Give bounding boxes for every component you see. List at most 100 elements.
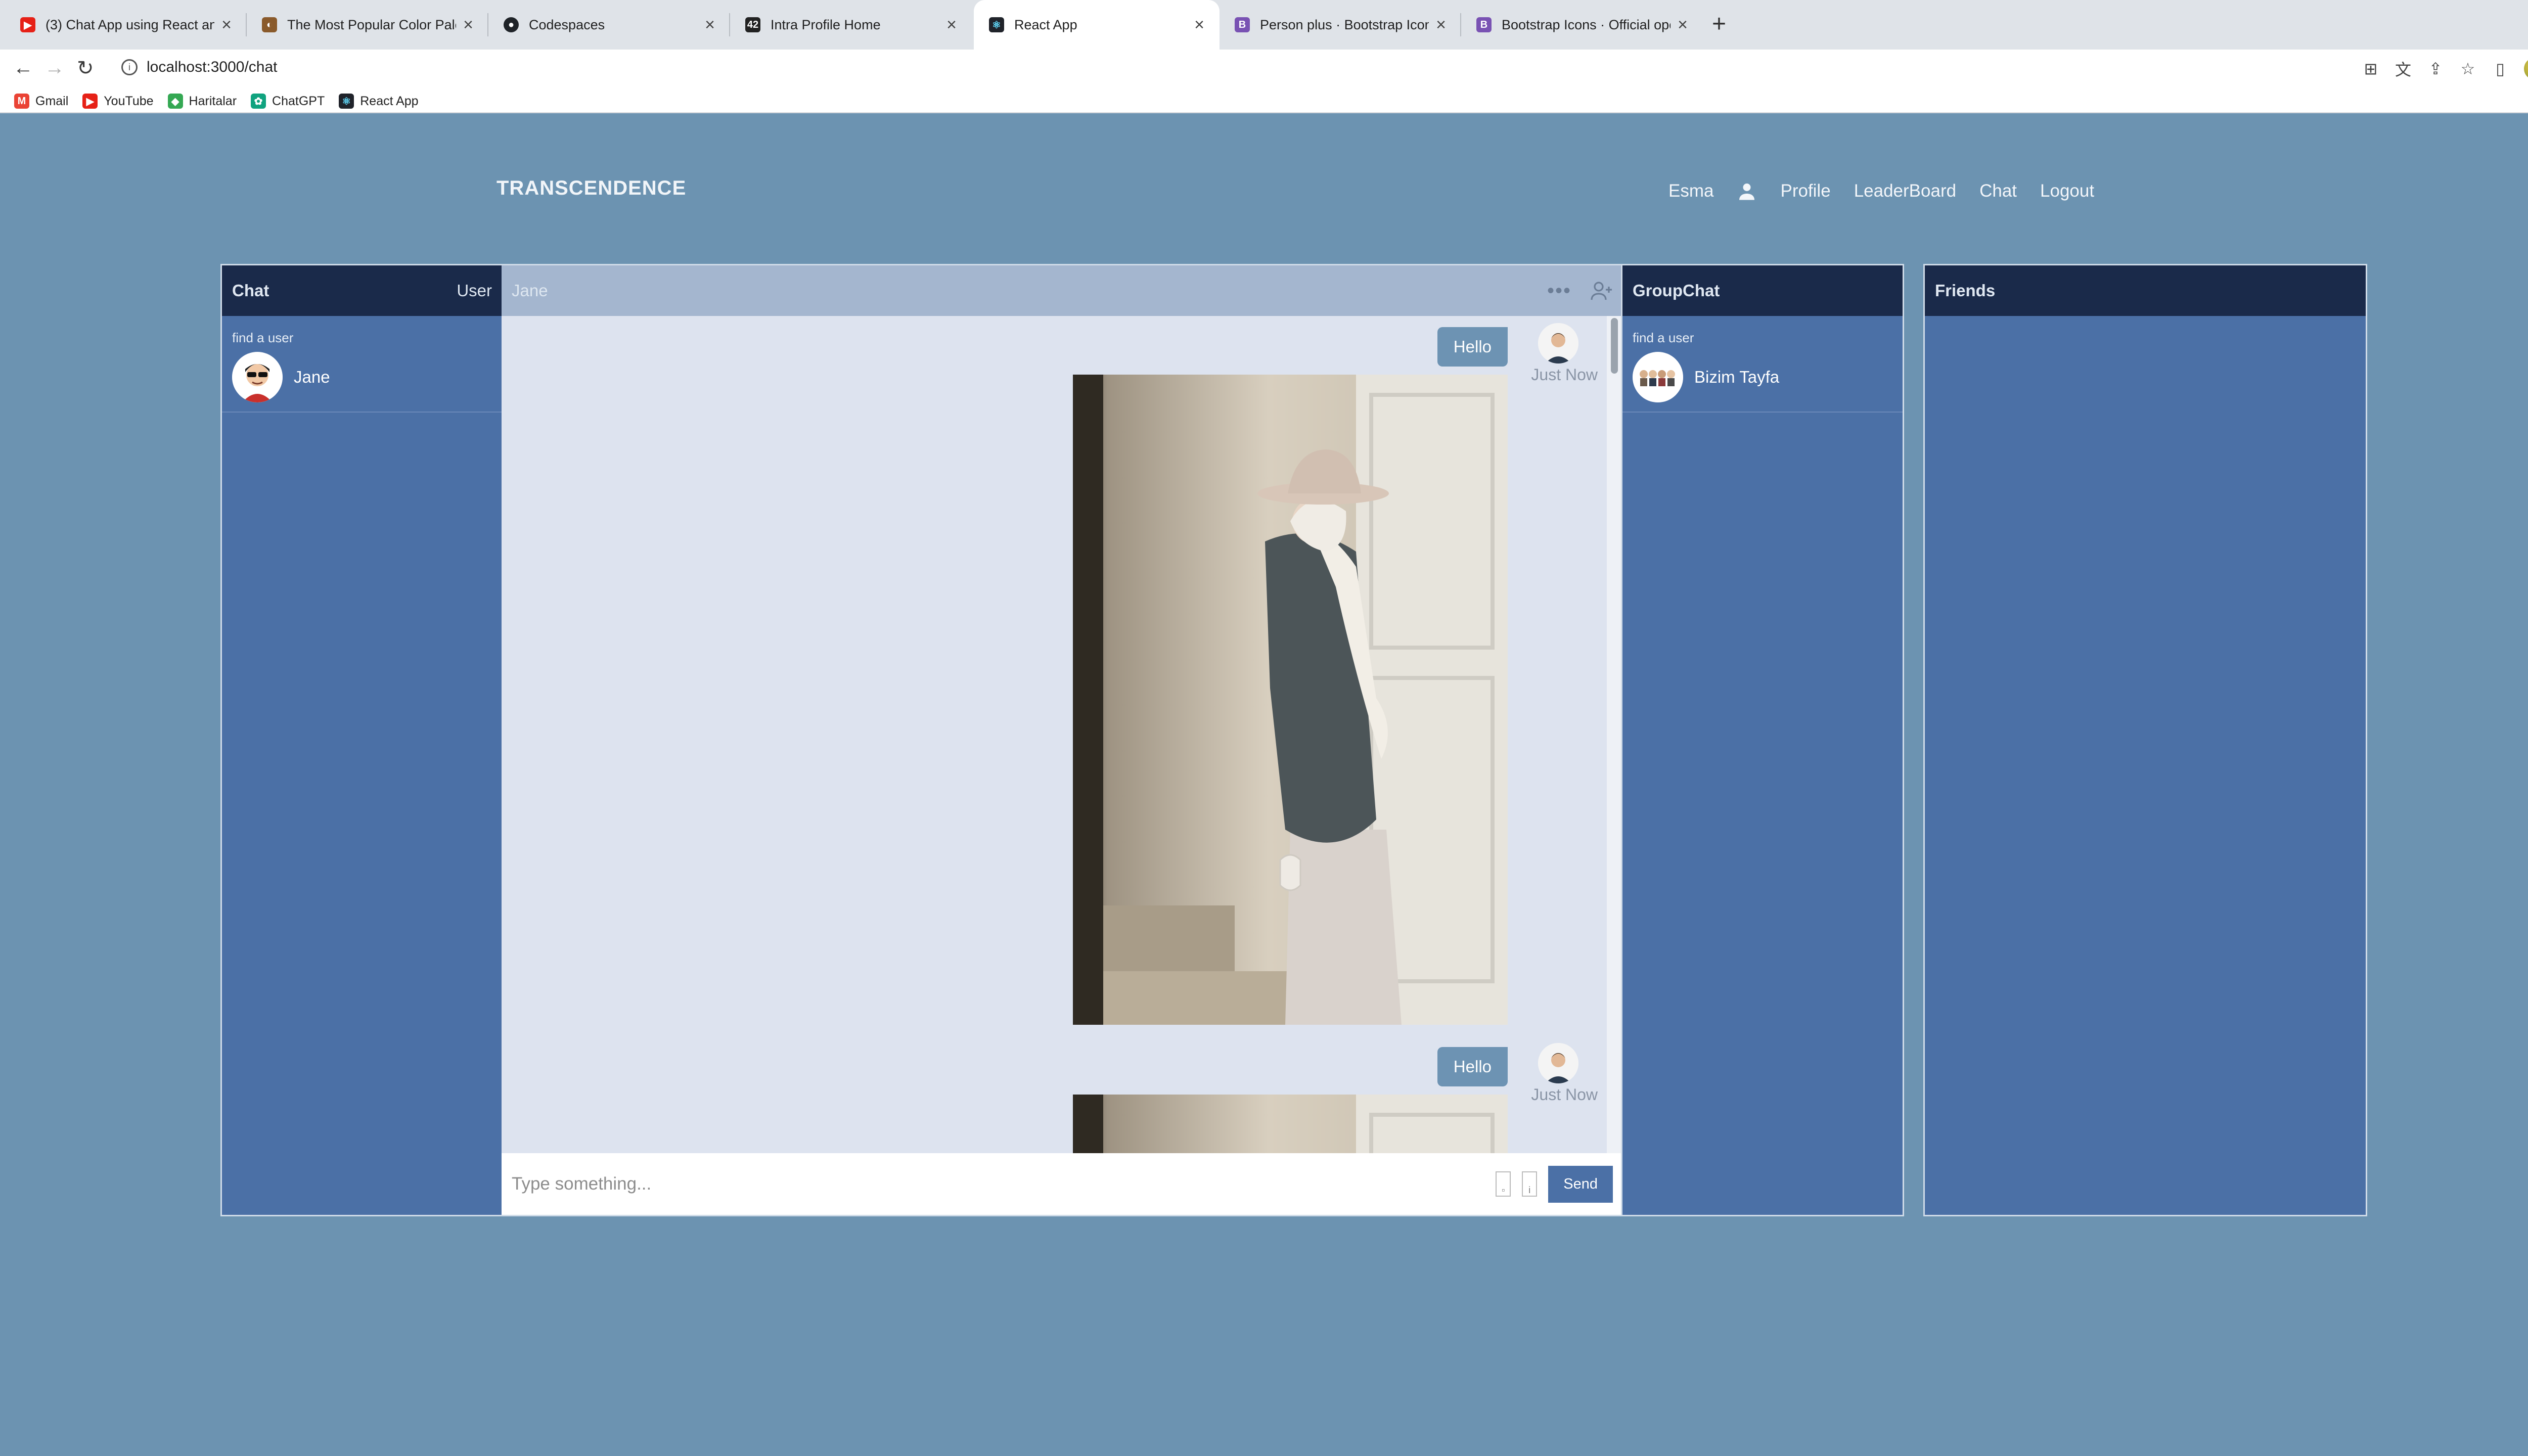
browser-tab-2[interactable]: ◐ The Most Popular Color Palette × (247, 0, 488, 50)
star-icon[interactable]: ☆ (2459, 60, 2476, 78)
app-brand[interactable]: TRANSCENDENCE (496, 177, 686, 200)
browser-toolbar: ← → ↻ i localhost:3000/chat ⊞ 文 ⇪ ☆ ▯ ⋮ (0, 50, 2528, 90)
browser-tab-6[interactable]: B Person plus · Bootstrap Icons × (1220, 0, 1461, 50)
tab-title: Codespaces (529, 17, 605, 32)
translate-icon[interactable]: 文 (2395, 60, 2412, 79)
group-name: Bizim Tayfa (1694, 368, 1780, 386)
browser-tab-5-active[interactable]: ⚛ React App × (974, 0, 1220, 50)
close-tab-icon[interactable]: × (1194, 15, 1204, 35)
chat-header: Jane ••• (502, 265, 1622, 316)
tab-title: (3) Chat App using React and F (46, 17, 215, 32)
youtube-icon: ▶ (82, 94, 98, 109)
user-name: Jane (294, 368, 330, 386)
avatar (232, 352, 283, 402)
maps-icon: ◆ (167, 94, 183, 109)
info-icon[interactable]: i (121, 59, 138, 75)
top-nav: Esma Profile LeaderBoard Chat Logout (1668, 181, 2094, 201)
group-avatar (1633, 352, 1683, 402)
palette-icon: ◐ (262, 17, 277, 32)
tab-title: Person plus · Bootstrap Icons (1260, 17, 1429, 32)
gmail-icon: M (14, 94, 29, 109)
bookmark-gmail[interactable]: M Gmail (14, 94, 68, 109)
message-input[interactable] (511, 1173, 1496, 1195)
attach-image-icon[interactable]: i (1522, 1171, 1538, 1197)
nav-profile-link[interactable]: Profile (1780, 181, 1830, 201)
bootstrap-icon: B (1476, 17, 1492, 32)
friends-header: Friends (1925, 265, 2366, 316)
find-user-input[interactable]: find a user (222, 316, 502, 346)
user-item-jane[interactable]: Jane (222, 346, 502, 413)
avatar (1538, 1043, 1578, 1083)
groupchat-title: GroupChat (1633, 281, 1720, 300)
bookmark-label: React App (360, 94, 419, 108)
message-list: Hello Just Now Hello Just Now (502, 316, 1607, 1153)
url-text: localhost:3000/chat (147, 59, 278, 75)
sidebar-icon[interactable]: ▯ (2492, 60, 2509, 78)
close-tab-icon[interactable]: × (946, 15, 957, 35)
message-bubble: Hello (1437, 327, 1508, 367)
chat-partner-name: Jane (512, 281, 548, 300)
react-icon: ⚛ (989, 17, 1004, 32)
youtube-icon: ▶ (20, 17, 35, 32)
close-tab-icon[interactable]: × (1678, 15, 1688, 35)
browser-tab-bar: ▶ (3) Chat App using React and F × ◐ The… (0, 0, 2528, 50)
browser-tab-7[interactable]: B Bootstrap Icons · Official open × (1461, 0, 1703, 50)
close-tab-icon[interactable]: × (705, 15, 715, 35)
avatar (1538, 323, 1578, 363)
attach-file-icon[interactable]: ▫ (1496, 1171, 1511, 1197)
forward-icon[interactable]: → (44, 57, 65, 79)
user-tab[interactable]: User (457, 281, 492, 300)
install-icon[interactable]: ⊞ (2362, 60, 2379, 78)
message-scrollbar[interactable] (1607, 316, 1622, 1153)
share-icon[interactable]: ⇪ (2427, 60, 2444, 78)
message-input-bar: ▫ i Send (502, 1153, 1622, 1215)
message-image[interactable] (1073, 1095, 1508, 1153)
bookmark-label: Gmail (35, 94, 69, 108)
friends-title: Friends (1935, 281, 1996, 300)
send-button[interactable]: Send (1548, 1165, 1613, 1203)
person-plus-icon[interactable] (1590, 281, 1614, 302)
tab-title: Bootstrap Icons · Official open (1502, 17, 1671, 32)
tab-title: Intra Profile Home (771, 17, 881, 32)
groupchat-header: GroupChat (1622, 265, 1903, 316)
address-bar[interactable]: i localhost:3000/chat (121, 59, 278, 76)
person-icon[interactable] (1737, 181, 1757, 201)
find-group-input[interactable]: find a user (1622, 316, 1903, 346)
message-bubble: Hello (1437, 1047, 1508, 1086)
close-tab-icon[interactable]: × (463, 15, 473, 35)
nav-chat-link[interactable]: Chat (1979, 181, 2017, 201)
nav-logout-link[interactable]: Logout (2040, 181, 2094, 201)
chat-sidebar-header: Chat User (222, 265, 502, 316)
bookmark-youtube[interactable]: ▶ YouTube (82, 94, 154, 109)
chat-sidebar: Chat User find a user Jane (220, 264, 504, 1216)
message-time: Just Now (1531, 366, 1598, 384)
chat-conversation: Jane ••• Hello Just Now Hello Just Now T… (502, 264, 1622, 1216)
close-tab-icon[interactable]: × (221, 15, 232, 35)
back-icon[interactable]: ← (13, 57, 33, 79)
new-tab-icon[interactable]: + (1712, 10, 1726, 38)
tab-title: The Most Popular Color Palette (287, 17, 456, 32)
bookmark-chatgpt[interactable]: ✿ ChatGPT (251, 94, 325, 109)
bookmark-react-app[interactable]: ⚛ React App (339, 94, 419, 109)
chatgpt-icon: ✿ (251, 94, 266, 109)
bookmarks-bar: M Gmail ▶ YouTube ◆ Haritalar ✿ ChatGPT … (0, 90, 2528, 113)
reload-icon[interactable]: ↻ (77, 57, 94, 80)
react-icon: ⚛ (339, 94, 354, 109)
group-item-bizim-tayfa[interactable]: Bizim Tayfa (1622, 346, 1903, 413)
tab-title: React App (1014, 17, 1077, 32)
more-options-icon[interactable]: ••• (1547, 280, 1571, 302)
message-image[interactable] (1073, 375, 1508, 1025)
42-icon: 42 (745, 17, 760, 32)
nav-leaderboard-link[interactable]: LeaderBoard (1854, 181, 1956, 201)
bookmark-label: ChatGPT (272, 94, 325, 108)
browser-tab-3[interactable]: ● Codespaces × (488, 0, 730, 50)
browser-tab-1[interactable]: ▶ (3) Chat App using React and F × (5, 0, 247, 50)
chat-sidebar-title: Chat (232, 281, 269, 300)
github-icon: ● (504, 17, 519, 32)
bookmark-maps[interactable]: ◆ Haritalar (167, 94, 237, 109)
profile-avatar[interactable] (2524, 58, 2528, 80)
browser-tab-4[interactable]: 42 Intra Profile Home × (730, 0, 972, 50)
bookmark-label: YouTube (104, 94, 154, 108)
message-time: Just Now (1531, 1085, 1598, 1104)
close-tab-icon[interactable]: × (1436, 15, 1446, 35)
